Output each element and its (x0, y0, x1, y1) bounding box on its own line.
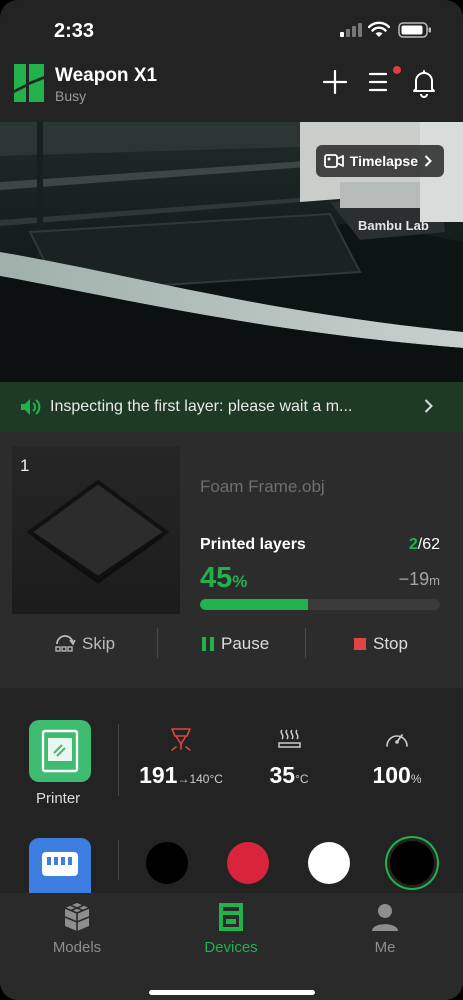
stop-button[interactable]: Stop (353, 628, 408, 660)
bottom-tab-bar: Models Devices Me (0, 893, 463, 1000)
status-banner[interactable]: Inspecting the first layer: please wait … (0, 382, 463, 432)
bed-temp-value: 35 (269, 762, 296, 788)
printer-control-button[interactable] (29, 720, 91, 782)
home-indicator[interactable] (149, 990, 315, 995)
person-icon (372, 904, 398, 931)
nozzle-icon (171, 728, 191, 751)
pause-label: Pause (221, 634, 270, 653)
banner-message: Inspecting the first layer: please wait … (50, 398, 353, 415)
stop-icon (354, 638, 366, 650)
printer-label: Printer (36, 790, 81, 807)
timelapse-label: Timelapse (349, 153, 418, 169)
cube-icon (64, 903, 90, 931)
plate-thumbnail: 1 (12, 446, 180, 614)
device-name[interactable]: Weapon X1 (55, 65, 157, 87)
notification-dot (393, 66, 401, 74)
skip-label: Skip (82, 634, 116, 653)
filament-spool-selected[interactable] (390, 841, 434, 885)
pause-button[interactable]: Pause (201, 628, 269, 660)
print-speed[interactable]: 100% (347, 726, 447, 789)
printer-tab-icon (219, 903, 243, 931)
bell-icon[interactable] (408, 66, 440, 98)
status-time: 2:33 (54, 20, 95, 42)
printhead-brand: Bambu Lab (358, 218, 429, 233)
layer-counter: 2/62 (409, 536, 440, 554)
tab-devices[interactable]: Devices (181, 901, 281, 956)
progress-bar-fill (200, 599, 308, 610)
ams-button[interactable] (29, 838, 91, 893)
plus-icon[interactable] (319, 66, 351, 98)
print-actions: Skip Pause Stop (0, 628, 463, 660)
status-bar: 2:33 (0, 0, 463, 58)
progress-unit: % (232, 572, 248, 591)
chevron-right-icon (424, 155, 432, 167)
section-divider (118, 724, 119, 796)
filament-spool[interactable] (146, 842, 188, 884)
progress-value: 45 (200, 562, 233, 594)
tab-devices-label: Devices (204, 939, 258, 956)
remaining-time: −19m (399, 569, 440, 590)
file-name: Foam Frame.obj (200, 477, 325, 496)
menu-icon[interactable] (364, 66, 396, 98)
nozzle-temperature[interactable]: 191→140°C (131, 726, 231, 789)
tab-models[interactable]: Models (27, 901, 127, 956)
bambu-logo-icon (14, 64, 44, 102)
device-status: Busy (55, 88, 87, 104)
device-header: Weapon X1 Busy (0, 58, 463, 122)
bed-temp-unit: °C (295, 772, 309, 786)
printed-layers-label: Printed layers (200, 536, 306, 553)
layer-current: 2 (408, 536, 418, 553)
heatbed-icon (278, 729, 301, 748)
pause-icon (202, 637, 214, 651)
action-divider (157, 628, 158, 658)
chevron-right-icon (424, 399, 433, 413)
skip-icon (55, 635, 76, 652)
tab-me-label: Me (374, 939, 396, 956)
timelapse-button[interactable]: Timelapse (315, 145, 444, 177)
signal-icon (340, 23, 362, 37)
speed-value: 100 (372, 762, 411, 788)
progress-percent: 45% (200, 562, 247, 595)
speed-gauge-icon (386, 734, 408, 747)
nozzle-temp-value: 191 (139, 762, 178, 788)
device-controls: Printer 191→140°C 35°C 100% (0, 688, 463, 893)
camera-icon (323, 154, 344, 168)
action-divider (305, 628, 306, 658)
tab-models-label: Models (52, 939, 102, 956)
section-divider (118, 840, 119, 880)
remaining-unit: m (429, 573, 440, 588)
camera-feed[interactable]: Bambu Lab Timelapse (0, 122, 463, 382)
remaining-value: −19 (398, 569, 430, 589)
progress-bar (200, 599, 440, 610)
stop-label: Stop (373, 634, 408, 653)
bed-temperature[interactable]: 35°C (239, 726, 339, 789)
tab-me[interactable]: Me (335, 901, 435, 956)
battery-icon (398, 22, 431, 38)
printer-icon (41, 729, 79, 773)
wifi-icon (368, 21, 390, 37)
skip-button[interactable]: Skip (54, 628, 115, 660)
plate-number: 1 (20, 456, 30, 475)
filament-spool[interactable] (308, 842, 350, 884)
nozzle-temp-target: →140°C (177, 772, 223, 786)
app-screen: 2:33 Weapon X1 Busy Bambu Lab Timelapse … (0, 0, 463, 1000)
ams-icon (42, 852, 78, 876)
filament-spool[interactable] (227, 842, 269, 884)
layer-total: /62 (417, 536, 440, 553)
speed-unit: % (410, 772, 422, 786)
model-preview (26, 479, 170, 584)
speaker-icon (21, 399, 41, 415)
print-job-card: 1 Foam Frame.obj Printed layers 2/62 45%… (0, 432, 463, 688)
